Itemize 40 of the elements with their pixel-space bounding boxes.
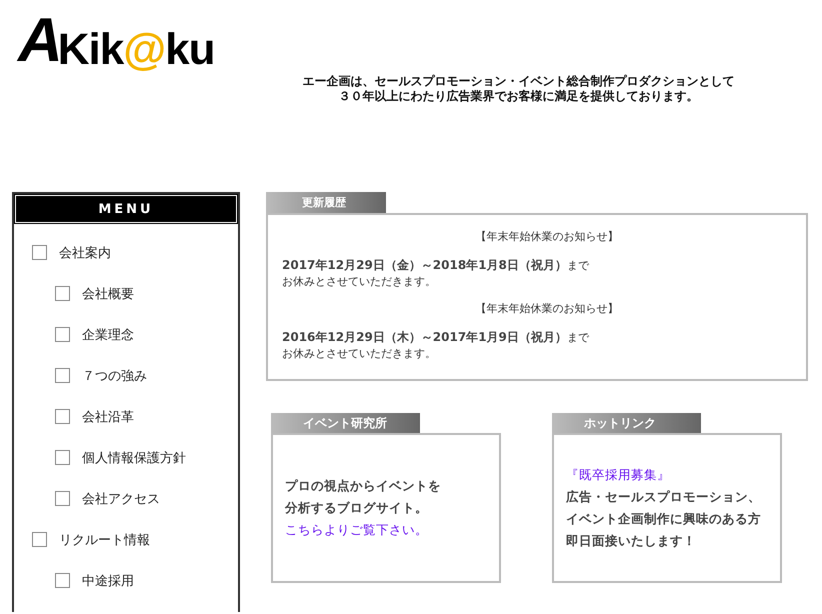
- card-text: 広告・セールスプロモーション、: [566, 488, 762, 506]
- section-heading: ホットリンク: [552, 413, 701, 433]
- news-heading: 【年末年始休業のお知らせ】: [476, 229, 618, 244]
- menu-item[interactable]: 個人情報保護方針: [82, 448, 186, 466]
- section-heading: イベント研究所: [271, 413, 420, 433]
- checkbox[interactable]: [55, 368, 70, 383]
- section-heading: 更新履歴: [266, 192, 386, 213]
- news-text: まで: [566, 258, 589, 273]
- news-date: 2017年12月29日（金）～2018年1月8日（祝月）: [282, 257, 567, 274]
- news-date: 2016年12月29日（木）～2017年1月9日（祝月）: [282, 329, 567, 346]
- card-text: 即日面接いたします！: [566, 532, 697, 550]
- menu-item[interactable]: 会社案内: [59, 244, 111, 262]
- checkbox[interactable]: [55, 450, 70, 465]
- menu-item[interactable]: ７つの強み: [82, 366, 147, 384]
- checkbox[interactable]: [55, 409, 70, 424]
- tagline-text: ３０年以上にわたり広告業界でお客様に満足を提供しております。: [338, 89, 698, 104]
- link[interactable]: 『既卒採用募集』: [566, 464, 768, 486]
- menu-title: MENU: [15, 195, 237, 223]
- card-text: イベント企画制作に興味のある方: [566, 510, 762, 528]
- checkbox[interactable]: [32, 245, 47, 260]
- news-text: お休みとさせていただきます。: [282, 346, 437, 361]
- menu-item[interactable]: 中途採用: [82, 572, 134, 590]
- tagline-text: エー企画は、セールスプロモーション・イベント総合制作プロダクションとして: [302, 74, 734, 89]
- checkbox[interactable]: [55, 491, 70, 506]
- menu-item[interactable]: リクルート情報: [59, 530, 150, 548]
- logo[interactable]: AKik@ku: [18, 14, 215, 72]
- checkbox[interactable]: [32, 532, 47, 547]
- menu-item[interactable]: 会社概要: [82, 284, 134, 302]
- checkbox[interactable]: [55, 286, 70, 301]
- menu-item[interactable]: 会社沿革: [82, 408, 134, 426]
- menu-item[interactable]: 会社アクセス: [82, 490, 160, 508]
- news-text: まで: [566, 330, 589, 345]
- news-heading: 【年末年始休業のお知らせ】: [476, 301, 618, 316]
- card-text: プロの視点からイベントを: [285, 477, 442, 495]
- card-text: 分析するブログサイト。: [285, 499, 429, 517]
- checkbox[interactable]: [55, 327, 70, 342]
- menu-item[interactable]: 企業理念: [82, 326, 134, 344]
- link[interactable]: こちらよりご覧下さい。: [285, 519, 487, 541]
- checkbox[interactable]: [55, 573, 70, 588]
- news-text: お休みとさせていただきます。: [282, 274, 437, 289]
